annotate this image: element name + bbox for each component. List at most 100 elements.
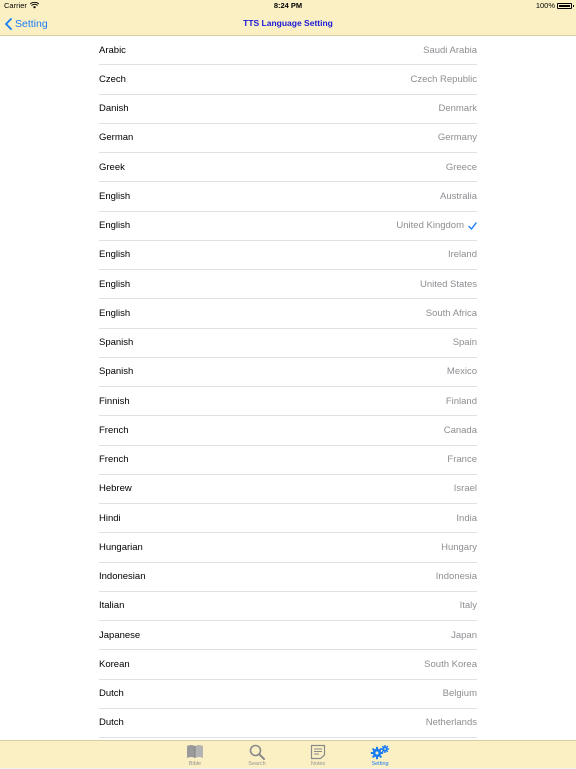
- language-row[interactable]: Japanese Japan: [99, 621, 477, 651]
- country-name: Greece: [445, 161, 477, 173]
- country-name: Mexico: [446, 366, 477, 378]
- language-name: Dutch: [99, 688, 124, 700]
- tab-notes[interactable]: Notes: [288, 741, 348, 769]
- country-name: Spain: [452, 337, 477, 349]
- tab-notes-label: Notes: [310, 761, 326, 767]
- row-detail: Netherlands: [426, 717, 477, 728]
- language-row[interactable]: English Australia: [99, 182, 477, 212]
- notes-icon: [310, 744, 326, 759]
- language-name: English: [99, 190, 131, 202]
- language-name: French: [99, 424, 129, 436]
- tab-search[interactable]: Search: [227, 741, 287, 769]
- battery-icon: [557, 2, 574, 9]
- row-detail: France: [447, 454, 477, 465]
- bible-book-icon: [187, 745, 203, 758]
- language-row[interactable]: Dutch Netherlands: [99, 709, 477, 738]
- language-name: Czech: [99, 73, 126, 85]
- country-name: Canada: [443, 424, 477, 436]
- language-row[interactable]: Spanish Spain: [99, 329, 477, 358]
- language-name: Italian: [99, 600, 125, 612]
- tab-search-label: Search: [248, 761, 266, 767]
- country-name: Czech Republic: [410, 73, 477, 85]
- language-list: Arabic Saudi Arabia Czech Czech Republic Dan…: [99, 36, 477, 738]
- country-name: South Korea: [424, 658, 477, 670]
- gears-icon: [370, 744, 389, 759]
- language-row[interactable]: Arabic Saudi Arabia: [99, 36, 477, 66]
- battery-percent: 100%: [535, 1, 555, 10]
- country-name: Japan: [451, 629, 477, 641]
- tab-bible[interactable]: Bible: [165, 741, 225, 769]
- status-bar: Carrier 8:24 PM 100%: [0, 0, 576, 12]
- language-row[interactable]: Hindi India: [99, 504, 477, 534]
- language-row[interactable]: English United Kingdom: [99, 212, 477, 241]
- language-row[interactable]: Italian Italy: [99, 592, 477, 621]
- language-table: Arabic Saudi Arabia Czech Czech Republic Dan…: [0, 36, 576, 740]
- language-name: Spanish: [99, 337, 134, 349]
- country-name: Denmark: [438, 103, 477, 115]
- language-row[interactable]: Greek Greece: [99, 153, 477, 183]
- language-row[interactable]: English South Africa: [99, 299, 477, 329]
- row-detail: South Korea: [424, 659, 477, 670]
- row-detail: Japan: [451, 630, 477, 641]
- row-detail: United States: [420, 279, 477, 290]
- language-row[interactable]: English Ireland: [99, 241, 477, 270]
- language-name: English: [99, 307, 131, 319]
- row-detail: Italy: [460, 600, 477, 611]
- country-name: United Kingdom: [396, 220, 464, 232]
- row-detail: Spain: [453, 337, 477, 348]
- language-row[interactable]: Czech Czech Republic: [99, 65, 477, 95]
- navigation-bar: Setting TTS Language Setting: [0, 12, 576, 36]
- country-name: Italy: [459, 600, 477, 612]
- row-detail: Ireland: [448, 249, 477, 260]
- row-detail: Israel: [454, 483, 477, 494]
- language-name: Korean: [99, 658, 130, 670]
- language-row[interactable]: English United States: [99, 270, 477, 300]
- country-name: Belgium: [442, 688, 477, 700]
- page-title: TTS Language Setting: [243, 18, 333, 28]
- country-name: France: [447, 454, 477, 466]
- language-row[interactable]: Dutch Belgium: [99, 680, 477, 709]
- row-detail: Belgium: [443, 688, 477, 699]
- language-name: German: [99, 132, 134, 144]
- language-row[interactable]: Hungarian Hungary: [99, 533, 477, 563]
- language-name: Hindi: [99, 512, 121, 524]
- magnifier-icon: [249, 744, 265, 760]
- country-name: Saudi Arabia: [423, 44, 477, 56]
- language-row[interactable]: Korean South Korea: [99, 650, 477, 680]
- language-name: English: [99, 220, 131, 232]
- row-detail: Indonesia: [436, 571, 477, 582]
- language-name: French: [99, 454, 129, 466]
- country-name: India: [456, 512, 477, 524]
- country-name: United States: [419, 278, 477, 290]
- language-row[interactable]: Danish Denmark: [99, 95, 477, 124]
- country-name: Australia: [440, 190, 477, 202]
- country-name: South Africa: [425, 307, 477, 319]
- language-row[interactable]: Finnish Finland: [99, 387, 477, 417]
- language-row[interactable]: Spanish Mexico: [99, 358, 477, 387]
- language-name: Greek: [99, 161, 125, 173]
- row-detail: Canada: [444, 425, 477, 436]
- row-detail: Germany: [438, 132, 477, 143]
- language-name: Arabic: [99, 44, 126, 56]
- language-name: English: [99, 278, 131, 290]
- language-name: Danish: [99, 103, 129, 115]
- tab-setting[interactable]: Setting: [350, 741, 410, 769]
- row-detail: Greece: [446, 162, 477, 173]
- country-name: Indonesia: [435, 571, 477, 583]
- row-detail: India: [456, 513, 477, 524]
- battery-indicator: 100%: [535, 1, 574, 10]
- language-row[interactable]: French France: [99, 446, 477, 475]
- row-detail: Saudi Arabia: [423, 45, 477, 56]
- row-detail: Czech Republic: [410, 74, 477, 85]
- language-row[interactable]: Hebrew Israel: [99, 475, 477, 504]
- language-name: Indonesian: [99, 571, 146, 583]
- country-name: Israel: [453, 483, 477, 495]
- checkmark-icon: [468, 221, 477, 230]
- row-detail: Mexico: [447, 366, 477, 377]
- language-row[interactable]: French Canada: [99, 416, 477, 446]
- language-row[interactable]: Indonesian Indonesia: [99, 563, 477, 592]
- language-name: Spanish: [99, 366, 134, 378]
- country-name: Ireland: [447, 249, 477, 261]
- country-name: Finland: [445, 395, 477, 407]
- language-row[interactable]: German Germany: [99, 124, 477, 153]
